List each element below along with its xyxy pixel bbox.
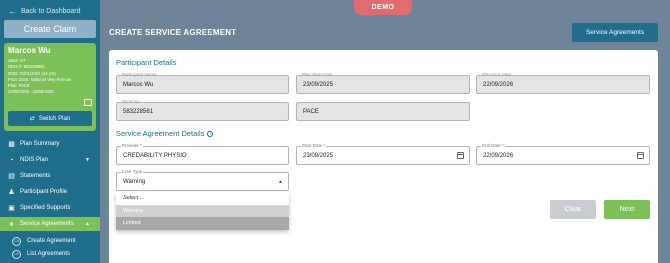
plan-start-date-label: Plan Start Date — [302, 72, 333, 77]
plan-start-date-value: 23/09/2025 — [303, 81, 334, 88]
list-agreements-badge-icon: LA — [12, 249, 21, 259]
switch-plan-button[interactable]: ⇄ Switch Plan — [8, 111, 92, 126]
sidebar-item-label: Service Agreements — [20, 221, 74, 227]
plan-end-date-field: Plan End Date 22/09/2026 — [476, 72, 650, 94]
plan-end-date-label: Plan End Date — [482, 72, 512, 77]
calendar-icon[interactable] — [457, 152, 464, 159]
limit-type-label: Limit Type — [121, 169, 144, 174]
people-icon: ♟ — [8, 189, 15, 196]
sidebar-item-statements[interactable]: ▤ Statements — [0, 169, 100, 183]
start-date-value: 23/09/2025 — [303, 152, 334, 159]
create-agreement-badge-icon: CA — [12, 236, 21, 246]
limit-type-value: Warning — [123, 178, 146, 185]
sidebar-subitem-label: Create Agreement — [27, 238, 76, 244]
participant-card: Marcos Wu State: NT NDIS #: 583228561 DO… — [4, 43, 96, 131]
gauge-icon: ◔ — [9, 156, 14, 164]
sidebar-item-ndis-plan[interactable]: ◔ NDIS Plan ▼ — [0, 153, 100, 167]
end-date-field[interactable]: End Date * 22/09/2026 — [476, 143, 650, 165]
participant-plan-dates: 23/09/2025 - 22/09/2026 — [8, 89, 54, 95]
demo-badge: DEMO — [354, 0, 412, 15]
service-agreement-details-label: Service Agreement Details — [116, 129, 205, 138]
sidebar-item-label: Specified Supports — [20, 205, 71, 211]
sidebar-item-label: Statements — [20, 173, 51, 179]
caret-up-icon[interactable]: ▲ — [278, 179, 283, 185]
ndis-no-field: NDIS No 583228561 — [116, 99, 289, 121]
service-agreements-button[interactable]: Service Agreements — [572, 23, 658, 42]
limit-type-option-warning[interactable]: Warning — [116, 204, 289, 218]
participant-name-field: Participant Name Marcos Wu — [116, 72, 289, 94]
clear-button[interactable]: Clear — [550, 200, 596, 219]
limit-type-dropdown: Select ... Warning Limited — [116, 192, 289, 230]
grid-icon: ▦ — [8, 141, 15, 148]
start-date-label: Start Date * — [301, 143, 327, 148]
ndis-no-label: NDIS No — [122, 99, 140, 104]
limit-type-option-select[interactable]: Select ... — [116, 192, 289, 205]
calendar-icon[interactable] — [637, 152, 644, 159]
end-date-value: 22/09/2026 — [483, 152, 514, 159]
provider-field[interactable]: Provider * CREDABILITY PHYSIO — [116, 143, 289, 165]
create-claim-button[interactable]: Create Claim — [4, 20, 96, 38]
sidebar-item-participant-profile[interactable]: ♟ Participant Profile — [0, 185, 100, 199]
participant-details-heading: Participant Details — [116, 58, 177, 67]
ndis-no-value: 583228561 — [123, 108, 154, 115]
sidebar-item-service-agreements[interactable]: ♦ Service Agreements ▲ — [0, 217, 100, 231]
plan-type-value: PACE — [303, 108, 319, 115]
sidebar-item-plan-summary[interactable]: ▦ Plan Summary — [0, 137, 100, 151]
book-icon: ▣ — [8, 205, 15, 212]
sidebar-item-label: NDIS Plan — [20, 157, 49, 163]
limit-type-option-limited[interactable]: Limited — [116, 217, 289, 230]
sidebar-item-label: Participant Profile — [20, 189, 68, 195]
sidebar-item-specified-supports[interactable]: ▣ Specified Supports — [0, 201, 100, 215]
provider-value: CREDABILITY PHYSIO — [123, 152, 187, 159]
sidebar: ← Back to Dashboard Create Claim Marcos … — [0, 0, 100, 263]
sidebar-subitem-list-agreements[interactable]: LA List Agreements — [0, 248, 100, 260]
document-icon: ▤ — [8, 173, 15, 180]
handshake-icon: ♦ — [9, 220, 14, 228]
sidebar-subitem-create-agreement[interactable]: CA Create Agreement — [0, 235, 100, 247]
chevron-down-icon: ▼ — [85, 157, 90, 163]
plan-end-date-value: 22/09/2026 — [483, 81, 514, 88]
plan-type-field: PACE — [296, 102, 470, 121]
arrow-left-icon: ← — [8, 6, 17, 16]
end-date-label: End Date * — [481, 143, 505, 148]
service-agreement-details-heading: Service Agreement Details i — [116, 129, 214, 138]
switch-icon: ⇄ — [29, 116, 35, 122]
provider-label: Provider * — [121, 143, 143, 148]
sidebar-subitem-label: List Agreements — [27, 251, 71, 257]
start-date-field[interactable]: Start Date * 23/09/2025 — [296, 143, 470, 165]
chevron-up-icon: ▲ — [85, 221, 90, 227]
back-to-dashboard-link[interactable]: ← Back to Dashboard — [8, 6, 81, 16]
participant-name-label: Participant Name — [122, 72, 157, 77]
participant-name: Marcos Wu — [8, 46, 51, 55]
info-icon[interactable]: i — [207, 131, 214, 138]
card-icon[interactable] — [84, 99, 92, 106]
switch-plan-label: Switch Plan — [38, 115, 71, 122]
limit-type-select[interactable]: Limit Type Warning ▲ — [116, 169, 289, 191]
page-title: CREATE SERVICE AGREEMENT — [109, 28, 237, 37]
back-to-dashboard-label: Back to Dashboard — [21, 8, 81, 15]
plan-start-date-field: Plan Start Date 23/09/2025 — [296, 72, 470, 94]
sidebar-item-label: Plan Summary — [20, 141, 60, 147]
next-button[interactable]: Next — [604, 200, 650, 219]
participant-name-value: Marcos Wu — [123, 81, 154, 88]
